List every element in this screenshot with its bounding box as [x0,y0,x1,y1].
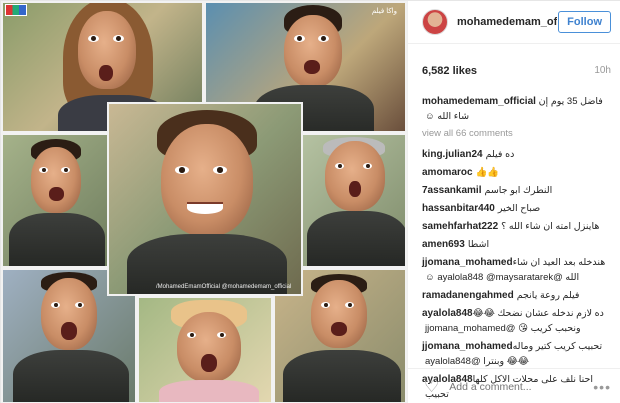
comment-username[interactable]: amomaroc [422,167,473,178]
comment-text: 👍👍 [475,167,500,178]
follow-button[interactable]: Follow [558,11,611,33]
comment-item: jjomana_mohamedتحبيب كريب كتير وماله 😂😂 … [422,339,611,369]
comment-username[interactable]: jjomana_mohamed [422,257,513,268]
comment-text: ده فيلم [485,149,515,160]
post-sidebar: mohamedemam_of... Follow 6,582 likes 10h… [407,1,620,403]
photo-watermark: /MohamedEmamOfficial @mohamedemam_offici… [156,284,292,290]
post-time[interactable]: 10h [594,65,611,94]
comment-item: samehfarhat222 هاينزل امته ان شاء الله ؟ [422,219,611,234]
comment-item: jjomana_mohamedهندخله بعد العيد ان شاء ا… [422,255,611,285]
comment-username[interactable]: jjomana_mohamed [422,341,513,352]
comment-input[interactable] [449,380,580,393]
comments-list: mohamedemam_official فاضل 35 يوم إن شاء … [408,94,620,402]
comment-username[interactable]: amen693 [422,239,465,250]
comment-username[interactable]: king.julian24 [422,149,483,160]
comment-username[interactable]: ayalola848 [422,308,473,319]
comment-item: king.julian24 ده فيلم [422,147,611,162]
comment-text: فيلم روعة يانجم [516,290,580,301]
view-all-comments-link[interactable]: view all 66 comments [422,128,611,139]
add-comment-bar: ♡ ••• [408,368,620,403]
comment-username[interactable]: samehfarhat222 [422,221,498,232]
more-options-icon[interactable]: ••• [593,379,611,395]
collage-tile [137,296,273,403]
corner-watermark: واكا فيلم [371,8,397,15]
collage-tile [107,102,303,296]
comment-text: اشطا [467,239,490,250]
post-stats: 6,582 likes 10h [408,44,620,94]
comment-text: هاينزل امته ان شاء الله ؟ [501,221,600,232]
post-photo[interactable]: واكا فيلم /MohamedEmamOfficial @mohamede… [1,1,407,403]
caption: mohamedemam_official فاضل 35 يوم إن شاء … [422,94,611,124]
comment-text: النطرك ابو جاسم [484,185,553,196]
comment-text: صباح الخير [497,203,541,214]
comment-username[interactable]: 7assankamil [422,185,482,196]
likes-count[interactable]: 6,582 likes [422,65,477,94]
comment-item: ayalola848ده لازم ندخله عشان نضحك 😂😂 ونح… [422,306,611,336]
comment-item: amen693 اشطا [422,237,611,252]
comment-username[interactable]: ramadanengahmed [422,290,514,301]
post-username[interactable]: mohamedemam_of... [457,16,557,28]
brand-logo [5,4,27,16]
comment-item: ramadanengahmed فيلم روعة يانجم [422,288,611,303]
heart-icon[interactable]: ♡ [424,377,439,397]
collage-tile [301,133,407,268]
instagram-post: واكا فيلم /MohamedEmamOfficial @mohamede… [0,0,620,403]
collage-tile [1,133,109,268]
comment-item: 7assankamil النطرك ابو جاسم [422,183,611,198]
caption-username[interactable]: mohamedemam_official [422,96,536,107]
post-header: mohamedemam_of... Follow [408,1,620,44]
comment-item: amomaroc 👍👍 [422,165,611,180]
comment-username[interactable]: hassanbitar440 [422,203,495,214]
comment-item: hassanbitar440 صباح الخير [422,201,611,216]
avatar[interactable] [422,9,448,35]
